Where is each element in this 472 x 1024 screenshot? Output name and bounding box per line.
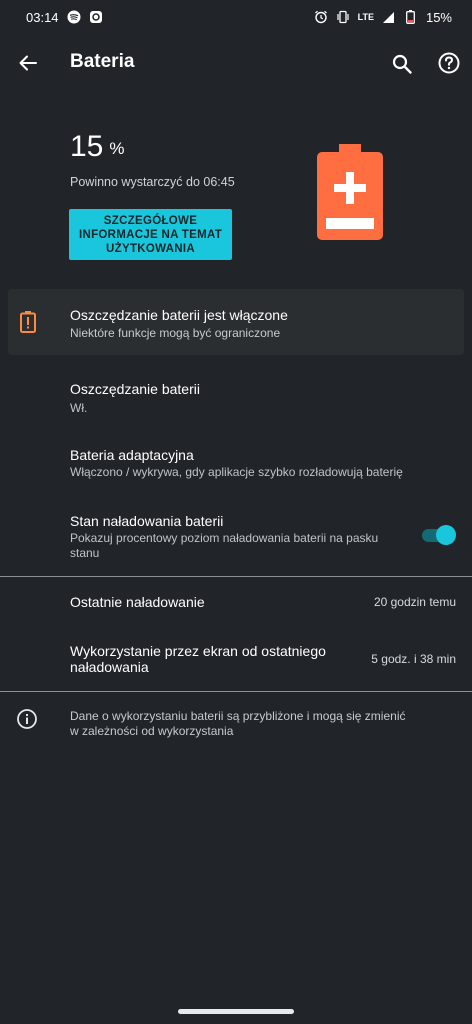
info-icon	[16, 708, 38, 730]
saver-banner-subtitle: Niektóre funkcje mogą być ograniczone	[70, 326, 281, 340]
vibrate-icon	[336, 10, 350, 24]
divider	[0, 691, 472, 692]
spotify-icon	[67, 10, 81, 24]
alarm-icon	[314, 10, 328, 24]
divider	[0, 576, 472, 577]
page-title: Bateria	[70, 51, 135, 72]
stat-label: Ostatnie naładowanie	[70, 594, 205, 610]
stat-label: Wykorzystanie przez ekran od ostatniego …	[70, 643, 326, 675]
stat-value: 20 godzin temu	[373, 595, 456, 609]
setting-title: Stan naładowania baterii	[70, 513, 224, 529]
battery-low-icon	[404, 10, 418, 24]
stat-value: 5 godz. i 38 min	[371, 652, 456, 666]
battery-estimate: Powinno wystarczyć do 06:45	[70, 175, 235, 189]
battery-alert-icon	[20, 311, 36, 333]
app-notification-icon	[89, 10, 103, 24]
setting-title: Oszczędzanie baterii	[70, 381, 200, 397]
help-icon[interactable]	[434, 48, 464, 78]
usage-details-button[interactable]: SZCZEGÓŁOWE INFORMACJE NA TEMAT UŻYTKOWA…	[69, 209, 232, 260]
setting-adaptive-battery[interactable]: Bateria adaptacyjna Włączono / wykrywa, …	[0, 436, 472, 496]
setting-subtitle: Włączono / wykrywa, gdy aplikacje szybko…	[70, 465, 403, 479]
app-bar: Bateria	[0, 34, 472, 92]
status-bar: 03:14 LTE 15%	[0, 0, 472, 34]
info-text: Dane o wykorzystaniu baterii są przybliż…	[70, 709, 406, 738]
setting-battery-saver[interactable]: Oszczędzanie baterii Wł.	[0, 370, 472, 430]
status-time: 03:14	[26, 9, 59, 25]
large-battery-icon	[317, 144, 383, 240]
setting-title: Bateria adaptacyjna	[70, 447, 194, 463]
battery-percent-value: 15	[70, 130, 104, 163]
setting-subtitle: Pokazuj procentowy poziom naładowania ba…	[70, 531, 379, 560]
back-arrow-icon[interactable]	[14, 49, 42, 77]
lte-icon: LTE	[357, 11, 374, 22]
toggle-thumb	[436, 525, 456, 545]
search-icon[interactable]	[388, 50, 416, 78]
setting-battery-percentage[interactable]: Stan naładowania baterii Pokazuj procent…	[0, 502, 472, 566]
battery-summary: 15% Powinno wystarczyć do 06:45 SZCZEGÓŁ…	[0, 118, 472, 278]
stat-last-charge: Ostatnie naładowanie 20 godzin temu	[0, 586, 472, 616]
battery-percentage-toggle[interactable]	[420, 524, 456, 546]
battery-saver-banner[interactable]: Oszczędzanie baterii jest włączone Niekt…	[8, 289, 464, 355]
saver-banner-title: Oszczędzanie baterii jest włączone	[70, 307, 288, 323]
setting-subtitle: Wł.	[70, 401, 88, 415]
network-label: LTE	[357, 11, 374, 22]
navigation-handle[interactable]	[178, 1009, 294, 1014]
signal-icon	[382, 10, 396, 24]
battery-percentage: 15%	[70, 130, 125, 164]
usage-info-note: Dane o wykorzystaniu baterii są przybliż…	[0, 706, 472, 746]
status-battery-percent: 15%	[425, 9, 452, 25]
battery-percent-unit: %	[109, 139, 125, 158]
stat-screen-usage: Wykorzystanie przez ekran od ostatniego …	[0, 636, 472, 680]
